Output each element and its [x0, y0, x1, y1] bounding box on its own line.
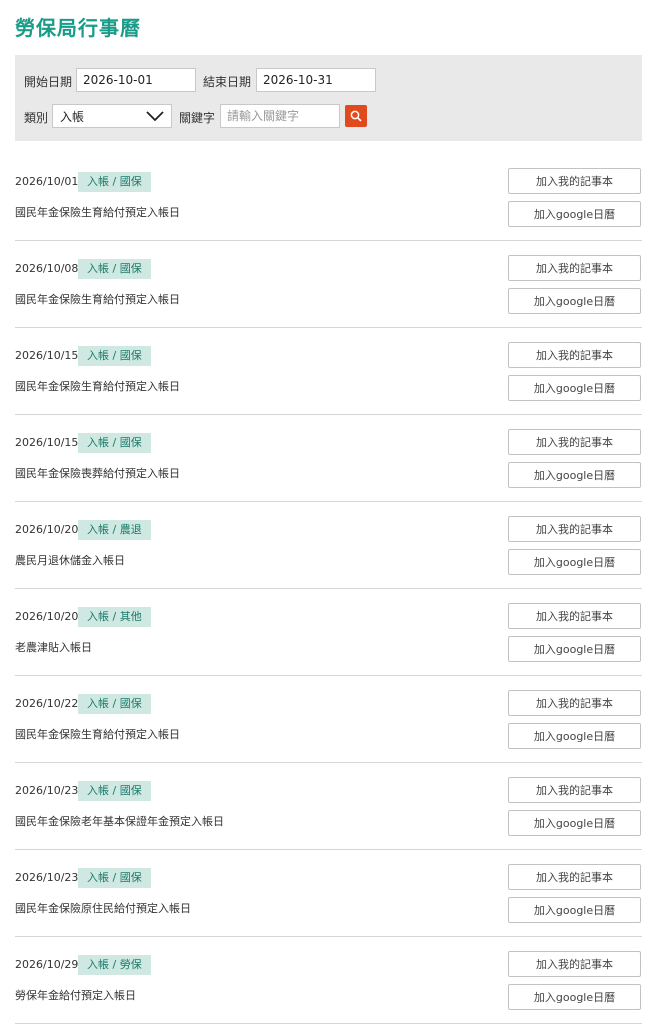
- event-item: 2026/10/20 入帳 / 其他老農津貼入帳日 加入我的記事本 加入google日…: [15, 589, 642, 676]
- event-list: 2026/10/01 入帳 / 國保 國民年金保險生育給付預定入帳日 加入我的記事本加…: [15, 154, 642, 1024]
- page-title: 勞保局行事曆: [15, 16, 141, 40]
- chevron-down-icon: [146, 111, 164, 121]
- event-category-badge: 入帳 / 國保: [78, 259, 151, 279]
- event-title: 農民月退休儲金入帳日: [15, 554, 125, 567]
- event-item: 2026/10/15 入帳 / 國保國民年金保險喪葬給付預定入帳日 加入我的記事本加…: [15, 415, 642, 502]
- add-to-notebook-button[interactable]: 加入我的記事本: [508, 603, 641, 629]
- event-title: 國民年金保險生育給付預定入帳日: [15, 293, 180, 306]
- event-item: 2026/10/22 入帳 / 國保國民年金保險生育給付預定入帳日 加入我的記事本加…: [15, 676, 642, 763]
- search-button[interactable]: [345, 105, 367, 127]
- keyword-input[interactable]: [220, 104, 340, 128]
- event-title: 國民年金保險老年基本保證年金預定入帳日: [15, 815, 224, 828]
- end-date-label: 結束日期: [203, 75, 252, 89]
- event-date: 2026/10/22: [15, 697, 79, 710]
- event-category-badge: 入帳 / 勞保: [78, 955, 151, 975]
- event-title: 國民年金保險生育給付預定入帳日: [15, 728, 180, 741]
- end-date-input[interactable]: [256, 68, 376, 92]
- event-category-badge: 入帳 / 國保: [78, 694, 151, 714]
- add-to-notebook-button[interactable]: 加入我的記事本: [508, 777, 641, 803]
- event-item: 2026/10/20 入帳 / 農退農民月退休儲金入帳日 加入我的記事本 加入goog…: [15, 502, 642, 589]
- event-title: 國民年金保險原住民給付預定入帳日: [15, 902, 191, 915]
- event-date: 2026/10/23: [15, 784, 79, 797]
- add-to-google-calendar-button[interactable]: 加入google日曆: [508, 636, 641, 662]
- add-to-notebook-button[interactable]: 加入我的記事本: [508, 864, 641, 890]
- add-to-google-calendar-button[interactable]: 加入google日曆: [508, 549, 641, 575]
- start-date-label: 開始日期: [24, 75, 73, 89]
- event-date: 2026/10/23: [15, 871, 79, 884]
- event-title: 國民年金保險喪葬給付預定入帳日: [15, 467, 180, 480]
- add-to-google-calendar-button[interactable]: 加入google日曆: [508, 375, 641, 401]
- add-to-notebook-button[interactable]: 加入我的記事本: [508, 516, 641, 542]
- event-item: 2026/10/01 入帳 / 國保國民年金保險生育給付預定入帳日 加入我的記事本加…: [15, 154, 642, 241]
- start-date-input[interactable]: [76, 68, 196, 92]
- event-title: 勞保年金給付預定入帳日: [15, 989, 136, 1002]
- event-date: 2026/10/01: [15, 175, 79, 188]
- event-date: 2026/10/15: [15, 436, 79, 449]
- event-item: 2026/10/29 入帳 / 勞保勞保年金給付預定入帳日 加入我的記事本 加入goo…: [15, 937, 642, 1024]
- add-to-google-calendar-button[interactable]: 加入google日曆: [508, 201, 641, 227]
- keyword-label: 關鍵字: [179, 111, 216, 125]
- add-to-notebook-button[interactable]: 加入我的記事本: [508, 255, 641, 281]
- event-item: 2026/10/23 入帳 / 國保國民年金保險原住民給付預定入帳日 加入我的記事本…: [15, 850, 642, 937]
- add-to-google-calendar-button[interactable]: 加入google日曆: [508, 288, 641, 314]
- add-to-notebook-button[interactable]: 加入我的記事本: [508, 429, 641, 455]
- add-to-notebook-button[interactable]: 加入我的記事本: [508, 951, 641, 977]
- event-category-badge: 入帳 / 國保: [78, 868, 151, 888]
- category-selected-value: 入帳: [60, 109, 85, 124]
- event-date: 2026/10/08: [15, 262, 79, 275]
- event-date: 2026/10/20: [15, 523, 79, 536]
- event-item: 2026/10/15 入帳 / 國保國民年金保險生育給付預定入帳日 加入我的記事本加…: [15, 328, 642, 415]
- event-item: 2026/10/08 入帳 / 國保國民年金保險生育給付預定入帳日 加入我的記事本加…: [15, 241, 642, 328]
- event-category-badge: 入帳 / 國保: [78, 781, 151, 801]
- event-category-badge: 入帳 / 其他: [78, 607, 151, 627]
- event-title: 國民年金保險生育給付預定入帳日: [15, 206, 180, 219]
- add-to-notebook-button[interactable]: 加入我的記事本: [508, 168, 641, 194]
- add-to-notebook-button[interactable]: 加入我的記事本: [508, 690, 641, 716]
- event-category-badge: 入帳 / 農退: [78, 520, 151, 540]
- add-to-notebook-button[interactable]: 加入我的記事本: [508, 342, 641, 368]
- add-to-google-calendar-button[interactable]: 加入google日曆: [508, 810, 641, 836]
- event-date: 2026/10/20: [15, 610, 79, 623]
- event-date: 2026/10/15: [15, 349, 79, 362]
- category-label: 類別: [24, 111, 49, 125]
- add-to-google-calendar-button[interactable]: 加入google日曆: [508, 462, 641, 488]
- event-date: 2026/10/29: [15, 958, 79, 971]
- event-category-badge: 入帳 / 國保: [78, 172, 151, 192]
- category-select[interactable]: 入帳: [52, 104, 172, 128]
- search-icon: [350, 107, 362, 126]
- add-to-google-calendar-button[interactable]: 加入google日曆: [508, 723, 641, 749]
- event-category-badge: 入帳 / 國保: [78, 346, 151, 366]
- add-to-google-calendar-button[interactable]: 加入google日曆: [508, 897, 641, 923]
- add-to-google-calendar-button[interactable]: 加入google日曆: [508, 984, 641, 1010]
- event-title: 老農津貼入帳日: [15, 641, 92, 654]
- filter-panel: 開始日期 結束日期 類別 入帳 關鍵字: [15, 55, 642, 141]
- event-item: 2026/10/23 入帳 / 國保國民年金保險老年基本保證年金預定入帳日 加入我的…: [15, 763, 642, 850]
- event-title: 國民年金保險生育給付預定入帳日: [15, 380, 180, 393]
- event-category-badge: 入帳 / 國保: [78, 433, 151, 453]
